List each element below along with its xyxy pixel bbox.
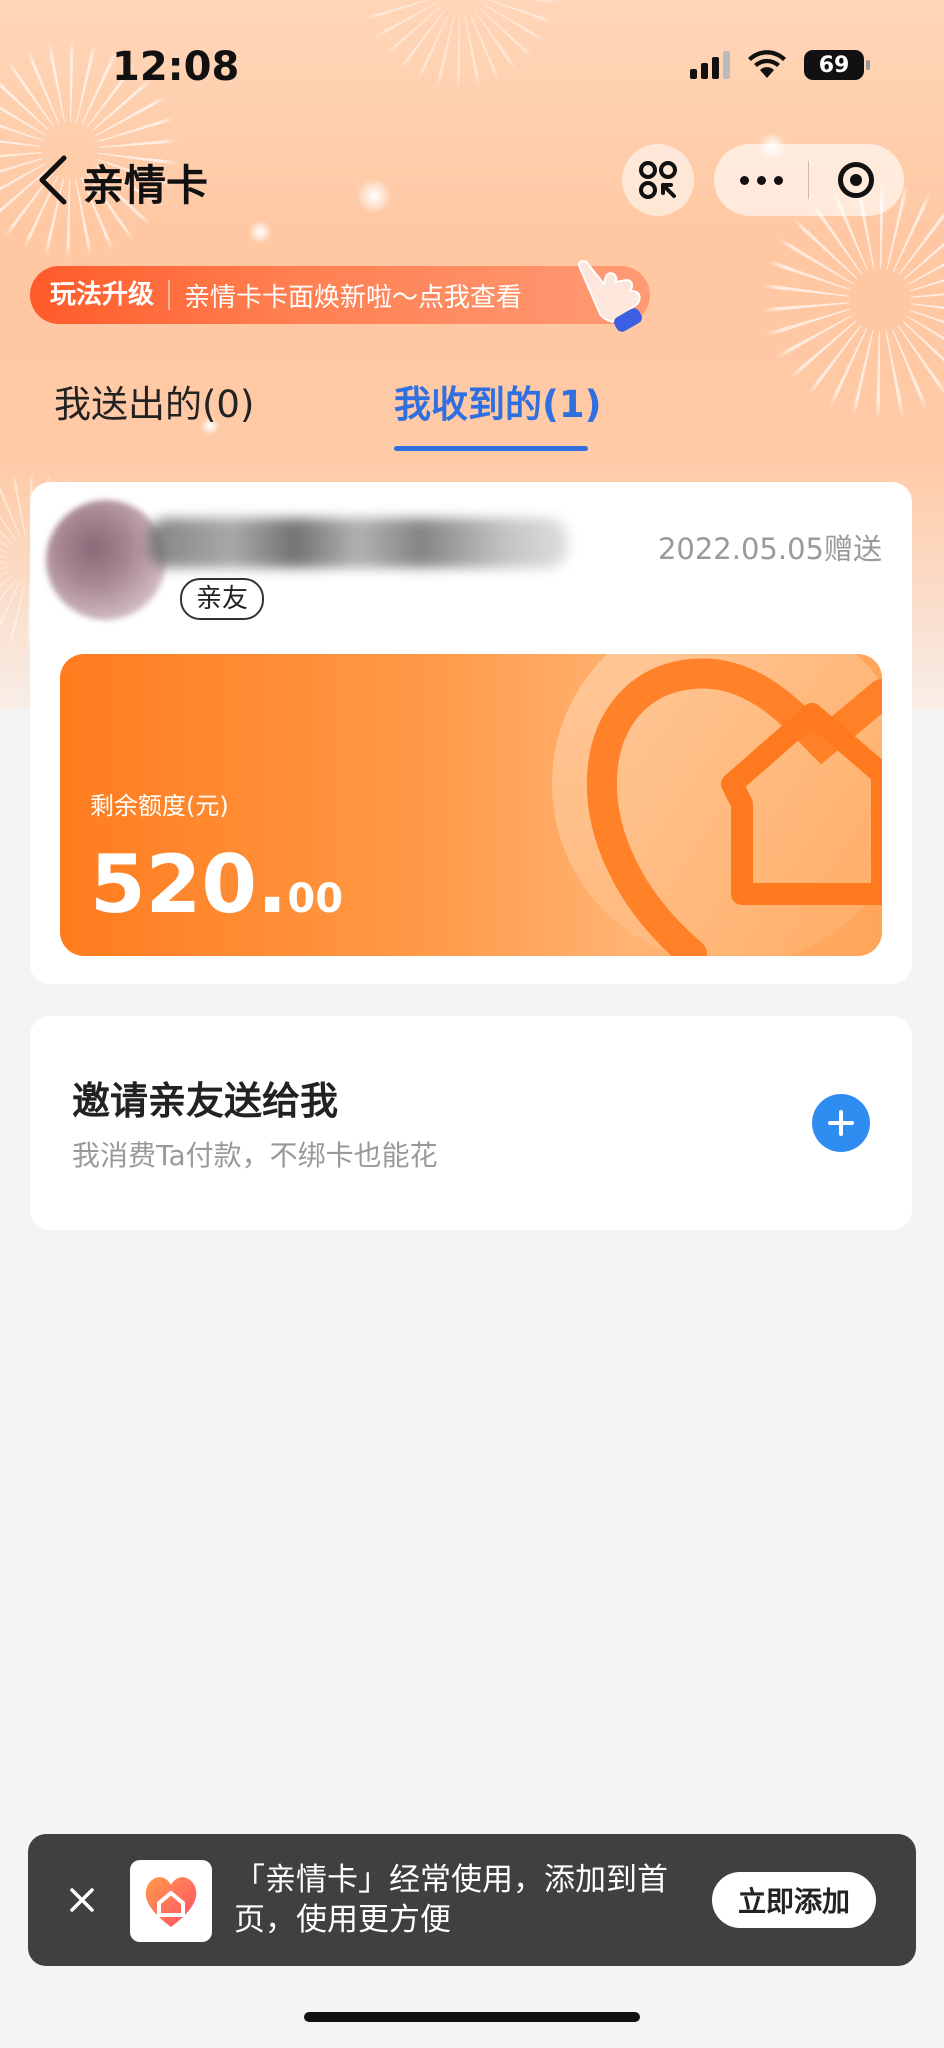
close-icon[interactable] — [62, 1880, 102, 1920]
received-card[interactable]: 亲友 2022.05.05赠送 剩余额度(元) 520.00 — [30, 482, 912, 984]
balance-integer: 520. — [90, 838, 288, 931]
sparkle — [248, 220, 272, 244]
gift-date: 2022.05.05赠送 — [657, 532, 882, 566]
scan-button[interactable] — [622, 144, 694, 216]
tab-sent[interactable]: 我送出的(0) — [54, 374, 254, 428]
status-icons: 69 — [690, 50, 870, 80]
avatar — [46, 500, 166, 620]
invite-card[interactable]: 邀请亲友送给我 我消费Ta付款，不绑卡也能花 — [30, 1016, 912, 1230]
relation-badge: 亲友 — [180, 578, 265, 620]
firework-decoration — [360, 0, 560, 90]
tab-received[interactable]: 我收到的(1) — [394, 374, 602, 428]
add-now-button[interactable]: 立即添加 — [712, 1872, 876, 1928]
plus-icon — [828, 1110, 854, 1136]
promo-banner[interactable]: 玩法升级 亲情卡卡面焕新啦～点我查看 — [30, 260, 650, 332]
status-time: 12:08 — [112, 44, 240, 90]
balance-decimal: 00 — [287, 876, 344, 922]
promo-tag: 玩法升级 — [30, 280, 171, 310]
page-title: 亲情卡 — [82, 161, 209, 210]
invite-title: 邀请亲友送给我 — [72, 1079, 339, 1123]
family-heart-home-icon — [145, 1877, 197, 1927]
add-to-home-toast: 「亲情卡」经常使用，添加到首页，使用更方便 立即添加 — [28, 1834, 916, 1966]
miniapp-close-icon[interactable] — [809, 162, 903, 198]
app-icon — [130, 1860, 212, 1942]
toast-message: 「亲情卡」经常使用，添加到首页，使用更方便 — [234, 1862, 668, 1938]
sparkle — [356, 178, 392, 214]
wifi-icon — [748, 50, 786, 78]
invite-subtitle: 我消费Ta付款，不绑卡也能花 — [72, 1139, 438, 1172]
balance-amount: 520.00 — [90, 838, 343, 931]
active-tab-indicator — [394, 446, 588, 451]
signal-icon — [690, 51, 730, 79]
miniapp-capsule — [714, 144, 904, 216]
scan-icon — [639, 161, 677, 199]
hand-pointer-icon — [578, 260, 642, 332]
firework-decoration — [760, 180, 944, 420]
chevron-left-icon[interactable] — [36, 152, 70, 208]
sender-name-redacted — [148, 518, 568, 568]
more-icon[interactable] — [714, 175, 808, 185]
home-indicator — [304, 2012, 640, 2022]
heart-home-decoration — [552, 654, 882, 956]
battery-icon: 69 — [804, 50, 870, 80]
balance-label: 剩余额度(元) — [90, 792, 229, 820]
balance-card[interactable]: 剩余额度(元) 520.00 — [60, 654, 882, 956]
invite-add-button[interactable] — [812, 1094, 870, 1152]
promo-text: 亲情卡卡面焕新啦～点我查看 — [184, 282, 523, 313]
